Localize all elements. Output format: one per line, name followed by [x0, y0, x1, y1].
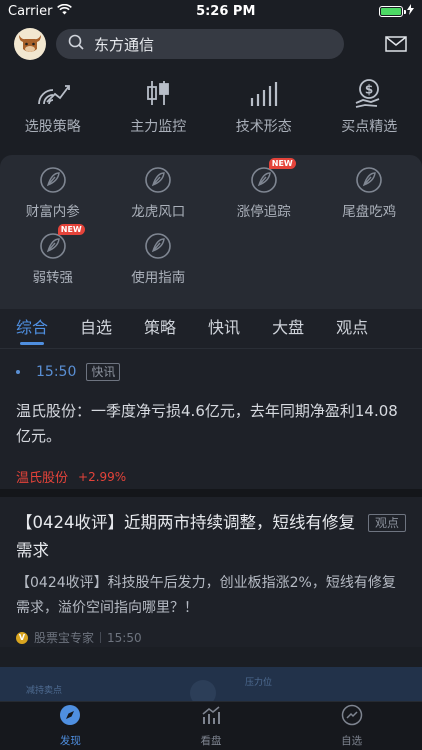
tool-label: 财富内参 [25, 204, 80, 220]
compass-feather-icon [143, 165, 173, 195]
tool-weak-to-strong[interactable]: NEW 弱转强 [0, 224, 106, 287]
status-bar: Carrier 5:26 PM [0, 0, 422, 22]
tab-strategy[interactable]: 策略 [144, 309, 176, 349]
news-item-flash[interactable]: 15:50 快讯 温氏股份：一季度净亏损4.6亿元，去年同期净盈利14.08亿元… [0, 349, 422, 497]
news-tag: 观点 [367, 514, 406, 532]
mail-icon[interactable] [384, 32, 408, 56]
verified-icon: V [16, 631, 28, 644]
tool-late-session[interactable]: 尾盘吃鸡 [317, 165, 422, 221]
tool-dragon-tiger[interactable]: 龙虎风口 [106, 165, 212, 221]
news-title: 【0424收评】近期两市持续调整，短线有修复需求 [16, 513, 355, 560]
compass-feather-icon [143, 231, 173, 261]
avatar[interactable] [14, 28, 46, 60]
stock-name-link[interactable]: 温氏股份 [16, 467, 68, 486]
carrier-label: Carrier [8, 3, 53, 19]
news-body: 【0424收评】科技股午后发力，创业板指涨2%，短线有修复需求，溢价空间指向哪里… [16, 575, 396, 616]
feature-label: 主力监控 [130, 118, 187, 135]
tool-limit-up-tracking[interactable]: NEW 涨停追踪 [211, 158, 317, 221]
bar-trend-icon [246, 77, 282, 109]
divider [100, 632, 102, 643]
peek-label: 压力位 [245, 678, 273, 688]
timeline-dot [16, 370, 20, 374]
tabbar-watchlist[interactable]: 自选 [281, 702, 422, 750]
tool-label: 弱转强 [32, 270, 74, 286]
tab-watchlist[interactable]: 自选 [80, 309, 112, 349]
tool-label: 龙虎风口 [131, 204, 186, 220]
peek-label: 减持卖点 [26, 686, 63, 696]
bottom-tab-bar: 发现 看盘 自选 [0, 701, 422, 750]
tabbar-label: 自选 [341, 735, 363, 747]
new-badge: NEW [57, 224, 85, 235]
tool-label: 尾盘吃鸡 [342, 204, 397, 220]
tool-label: 使用指南 [131, 270, 186, 286]
news-tag: 快讯 [86, 363, 121, 381]
svg-text:$: $ [365, 82, 373, 96]
tool-wealth-insider[interactable]: 财富内参 [0, 165, 106, 221]
candlestick-icon [140, 77, 176, 109]
wifi-icon [57, 3, 73, 19]
tabbar-label: 发现 [59, 735, 81, 747]
trend-circle-icon [341, 704, 363, 730]
category-tabs: 综合 自选 策略 快讯 大盘 观点 [0, 309, 422, 349]
status-time: 5:26 PM [196, 3, 256, 19]
charging-icon [406, 3, 414, 19]
feature-label: 选股策略 [24, 118, 81, 135]
top-bar [0, 24, 422, 64]
tabbar-market[interactable]: 看盘 [141, 702, 282, 750]
search-input[interactable] [94, 35, 332, 53]
news-author: 股票宝专家 [34, 631, 95, 645]
news-time: 15:50 [36, 364, 77, 380]
bar-chart-icon [200, 704, 222, 730]
feature-stock-strategy[interactable]: 选股策略 [8, 77, 98, 136]
radar-chart-icon [35, 77, 71, 109]
peek-circle [190, 680, 216, 701]
battery-icon [378, 5, 406, 17]
compass-icon [59, 704, 81, 730]
tabbar-discover[interactable]: 发现 [0, 702, 141, 750]
new-badge: NEW [268, 158, 296, 169]
dollar-hand-icon: $ [351, 77, 387, 109]
news-text: 温氏股份：一季度净亏损4.6亿元，去年同期净盈利14.08亿元。 [16, 402, 398, 445]
stock-change: +2.99% [78, 469, 127, 484]
feature-label: 买点精选 [341, 118, 398, 135]
compass-feather-icon: NEW [38, 224, 85, 261]
tab-comprehensive[interactable]: 综合 [16, 309, 48, 349]
feature-buy-point[interactable]: $ 买点精选 [324, 77, 414, 136]
news-item-opinion[interactable]: 【0424收评】近期两市持续调整，短线有修复需求 观点 【0424收评】科技股午… [0, 497, 422, 647]
tools-panel: 财富内参 龙虎风口 NEW 涨停追踪 尾盘吃鸡 NEW 弱转强 使用指南 [0, 155, 422, 309]
compass-feather-icon: NEW [249, 158, 296, 195]
compass-feather-icon [38, 165, 68, 195]
tabbar-label: 看盘 [200, 735, 222, 747]
compass-feather-icon [354, 165, 384, 195]
tab-flash-news[interactable]: 快讯 [208, 309, 240, 349]
feature-row: 选股策略 主力监控 技术形态 $ 买点精选 [0, 64, 422, 144]
search-bar[interactable] [56, 29, 344, 59]
feature-technical-pattern[interactable]: 技术形态 [219, 77, 309, 136]
feature-label: 技术形态 [235, 118, 292, 135]
tab-opinion[interactable]: 观点 [336, 309, 368, 349]
feature-main-force-monitor[interactable]: 主力监控 [113, 77, 203, 136]
tool-label: 涨停追踪 [236, 204, 291, 220]
next-card-peek: 减持卖点 压力位 [0, 667, 422, 701]
search-icon [68, 34, 84, 54]
tab-market[interactable]: 大盘 [272, 309, 304, 349]
news-feed: 15:50 快讯 温氏股份：一季度净亏损4.6亿元，去年同期净盈利14.08亿元… [0, 349, 422, 647]
news-time: 15:50 [107, 630, 142, 645]
tool-user-guide[interactable]: 使用指南 [106, 231, 212, 287]
bull-logo-icon [19, 35, 41, 52]
